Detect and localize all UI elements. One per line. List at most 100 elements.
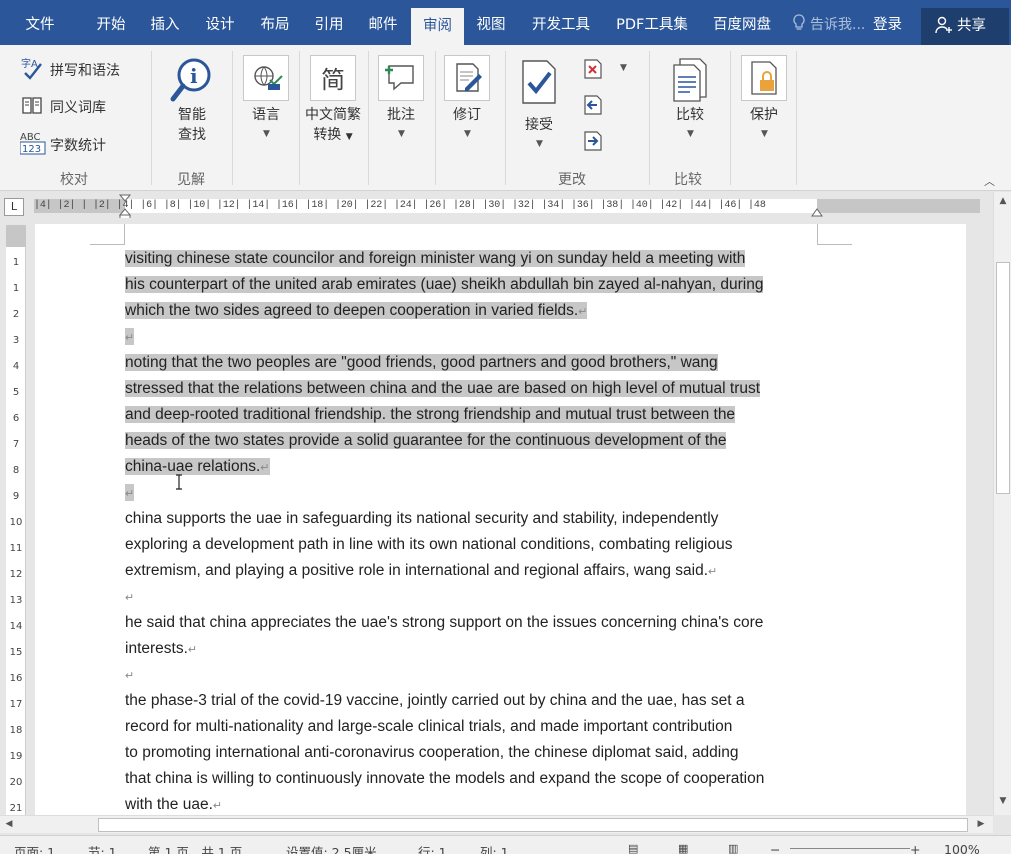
tab-pdf-tools[interactable]: PDF工具集 [606, 0, 698, 45]
paragraph-line[interactable]: extremism, and playing a positive role i… [125, 558, 821, 584]
text-cursor-icon [176, 474, 182, 490]
login-button[interactable]: 登录 [873, 0, 902, 45]
zoom-in-icon[interactable]: + [910, 842, 920, 854]
chinese-dropdown-arrow[interactable]: ▼ [346, 132, 353, 142]
right-indent-icon[interactable] [811, 206, 823, 218]
horizontal-scroll-thumb[interactable] [98, 818, 968, 832]
reject-icon[interactable] [583, 58, 603, 80]
comment-button[interactable]: 批注 [373, 105, 429, 125]
chinese-convert-icon: 简 [321, 66, 345, 94]
zoom-out-icon[interactable]: − [770, 842, 780, 854]
tab-baidu-netdisk[interactable]: 百度网盘 [702, 0, 782, 45]
paragraph-line[interactable]: and deep-rooted traditional friendship. … [125, 402, 821, 428]
language-dropdown-arrow[interactable]: ▼ [263, 129, 270, 139]
status-col[interactable]: 列: 1 [480, 842, 509, 854]
accept-dropdown-arrow[interactable]: ▼ [536, 139, 543, 149]
empty-paragraph[interactable]: ↵ [125, 324, 821, 350]
paragraph-line[interactable]: china supports the uae in safeguarding i… [125, 506, 821, 532]
tab-review[interactable]: 审阅 [411, 8, 464, 45]
paragraph-line[interactable]: his counterpart of the united arab emira… [125, 272, 821, 298]
status-page-of[interactable]: 第 1 页，共 1 页 [148, 842, 242, 854]
empty-paragraph[interactable]: ↵ [125, 584, 821, 610]
paragraph-line[interactable]: visiting chinese state councilor and for… [125, 246, 821, 272]
paragraph-line[interactable]: noting that the two peoples are "good fr… [125, 350, 821, 376]
group-separator [151, 51, 152, 185]
scroll-down-arrow[interactable]: ▼ [994, 796, 1011, 806]
vertical-ruler-margin [6, 225, 26, 247]
chinese-conversion-button[interactable]: 中文简繁 转换 ▼ [302, 105, 364, 147]
document-area[interactable]: visiting chinese state councilor and for… [27, 218, 993, 815]
paragraph-line[interactable]: which the two sides agreed to deepen coo… [125, 298, 821, 324]
status-page[interactable]: 页面: 1 [14, 842, 55, 854]
smart-lookup-button[interactable]: 智能 查找 [168, 105, 216, 145]
paragraph-line[interactable]: with the uae.↵ [125, 792, 821, 815]
vruler-number: 17 [9, 699, 23, 710]
vertical-scroll-thumb[interactable] [996, 262, 1010, 494]
collapse-ribbon-icon[interactable]: ︿ [984, 173, 995, 189]
vruler-number: 4 [12, 361, 20, 372]
line-text: that china is willing to continuously in… [125, 770, 765, 787]
status-position[interactable]: 设置值: 2.5厘米 [286, 842, 377, 854]
zoom-slider[interactable] [790, 848, 910, 849]
print-layout-icon[interactable]: ▦ [678, 842, 688, 854]
paragraph-mark-icon: ↵ [125, 332, 135, 344]
tab-layout[interactable]: 布局 [248, 0, 302, 45]
tab-references[interactable]: 引用 [302, 0, 356, 45]
vruler-number: 8 [12, 465, 20, 476]
compare-button[interactable]: 比较 [662, 105, 718, 125]
web-layout-icon[interactable]: ▥ [728, 842, 738, 854]
status-row[interactable]: 行: 1 [418, 842, 447, 854]
read-mode-icon[interactable]: ▤ [628, 842, 638, 854]
accept-icon [522, 60, 556, 104]
scroll-up-arrow[interactable]: ▲ [994, 196, 1011, 206]
reject-dropdown-arrow[interactable]: ▼ [620, 63, 627, 73]
paragraph-line[interactable]: heads of the two states provide a solid … [125, 428, 821, 454]
compare-dropdown-arrow[interactable]: ▼ [687, 129, 694, 139]
protect-button[interactable]: 保护 [736, 105, 792, 125]
paragraph-line[interactable]: he said that china appreciates the uae's… [125, 610, 821, 636]
group-separator [505, 51, 506, 185]
tab-selector[interactable]: L [4, 198, 24, 216]
paragraph-line[interactable]: china-uae relations.↵ [125, 454, 821, 480]
tab-mailings[interactable]: 邮件 [356, 0, 410, 45]
empty-paragraph[interactable]: ↵ [125, 480, 821, 506]
paragraph-line[interactable]: exploring a development path in line wit… [125, 532, 821, 558]
next-change-icon[interactable] [583, 130, 603, 152]
scroll-right-arrow[interactable]: ▶ [972, 819, 990, 829]
comment-dropdown-arrow[interactable]: ▼ [398, 129, 405, 139]
paragraph-line[interactable]: record for multi-nationality and large-s… [125, 714, 821, 740]
tab-developer[interactable]: 开发工具 [520, 0, 602, 45]
share-button[interactable]: 共享 [921, 8, 1009, 45]
paragraph-line[interactable]: to promoting international anti-coronavi… [125, 740, 821, 766]
scroll-left-arrow[interactable]: ◀ [0, 819, 18, 829]
spelling-grammar-button[interactable]: 拼写和语法 [50, 60, 120, 80]
status-section[interactable]: 节: 1 [88, 842, 117, 854]
previous-change-icon[interactable] [583, 94, 603, 116]
vruler-number: 7 [12, 439, 20, 450]
language-button[interactable]: 语言 [238, 105, 294, 125]
document-page[interactable]: visiting chinese state councilor and for… [35, 224, 966, 815]
tab-file[interactable]: 文件 [0, 0, 80, 45]
protect-dropdown-arrow[interactable]: ▼ [761, 129, 768, 139]
accept-button[interactable]: 接受 [512, 115, 566, 135]
horizontal-scrollbar[interactable]: ◀ ▶ [0, 815, 993, 833]
track-changes-dropdown-arrow[interactable]: ▼ [464, 129, 471, 139]
tell-me-box[interactable]: 告诉我... [792, 0, 865, 45]
line-text: ↵ [125, 588, 134, 605]
word-count-button[interactable]: 字数统计 [50, 135, 106, 155]
tab-design[interactable]: 设计 [192, 0, 248, 45]
thesaurus-button[interactable]: 同义词库 [50, 97, 106, 117]
paragraph-line[interactable]: that china is willing to continuously in… [125, 766, 821, 792]
zoom-level[interactable]: 100% [944, 842, 980, 854]
empty-paragraph[interactable]: ↵ [125, 662, 821, 688]
paragraph-line[interactable]: stressed that the relations between chin… [125, 376, 821, 402]
tab-insert[interactable]: 插入 [138, 0, 192, 45]
vertical-scrollbar[interactable]: ▲ ▼ [993, 192, 1011, 815]
margin-corner-mark [817, 244, 852, 245]
document-body[interactable]: visiting chinese state councilor and for… [125, 246, 821, 815]
tab-home[interactable]: 开始 [84, 0, 138, 45]
track-changes-button[interactable]: 修订 [439, 105, 495, 125]
paragraph-line[interactable]: the phase-3 trial of the covid-19 vaccin… [125, 688, 821, 714]
tab-view[interactable]: 视图 [464, 0, 518, 45]
paragraph-line[interactable]: interests.↵ [125, 636, 821, 662]
